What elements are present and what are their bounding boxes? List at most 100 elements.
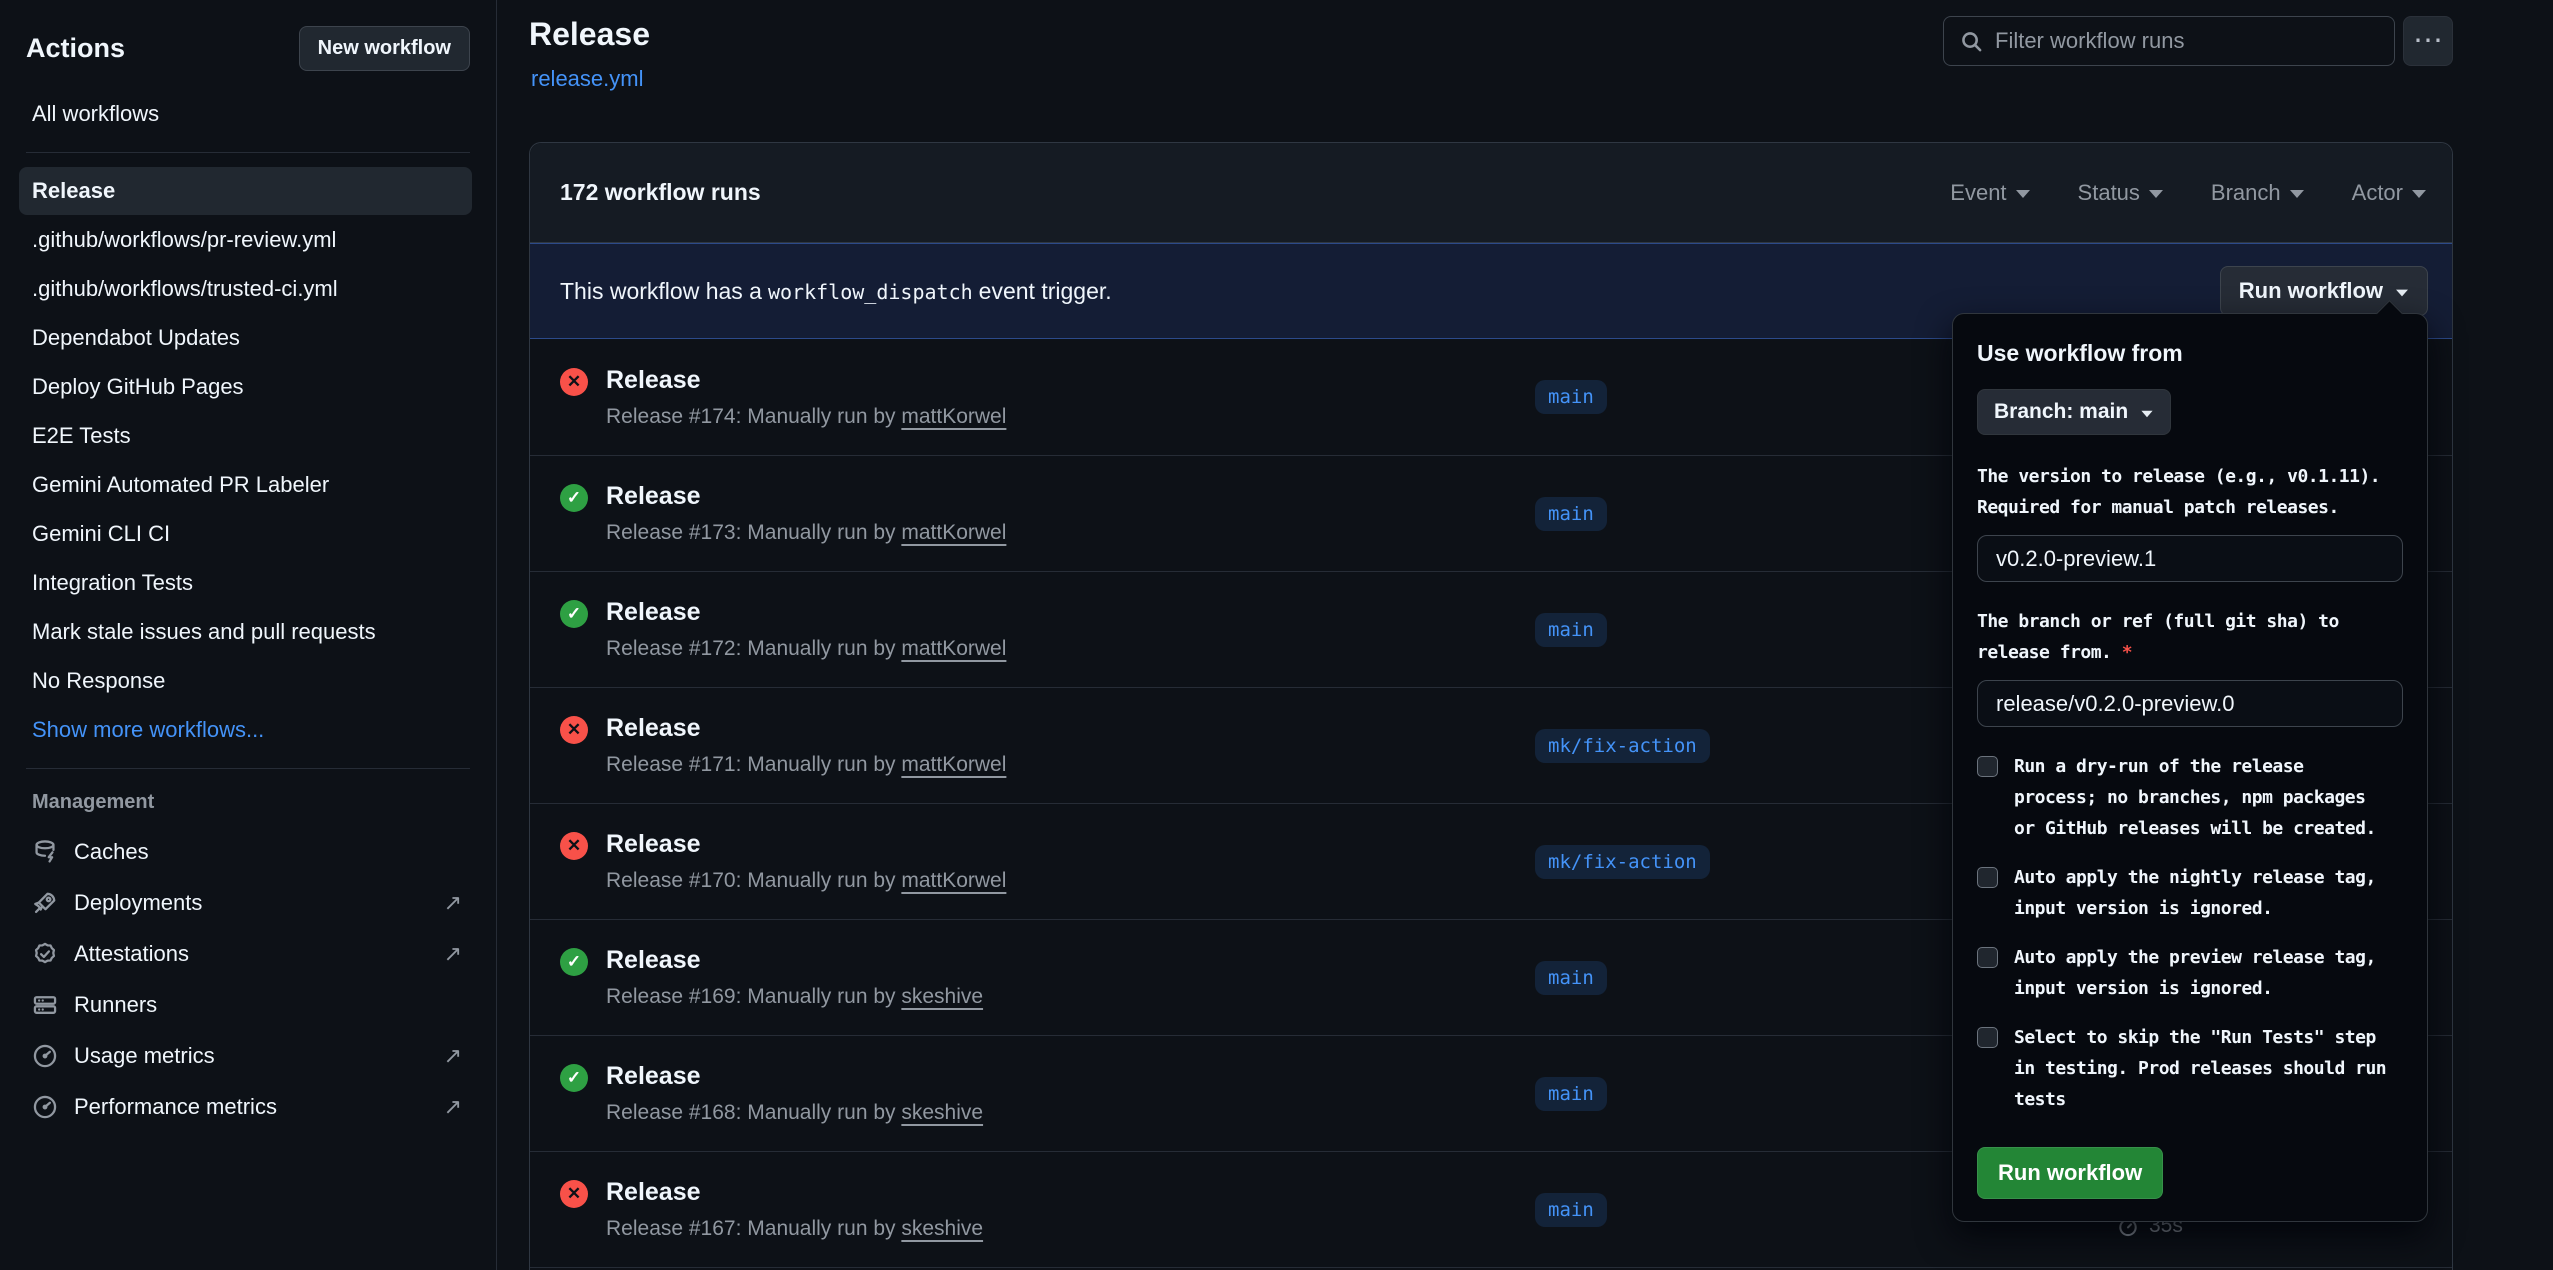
workflow-nav: All workflows Release .github/workflows/… — [0, 90, 496, 1132]
run-actor-link[interactable]: skeshive — [901, 985, 983, 1008]
run-title-link[interactable]: Release — [606, 946, 983, 975]
run-actor-link[interactable]: mattKorwel — [901, 869, 1006, 892]
sidebar-item-trusted-ci[interactable]: .github/workflows/trusted-ci.yml — [19, 265, 472, 313]
run-status-icon — [560, 1064, 588, 1092]
run-title-link[interactable]: Release — [606, 1178, 983, 1207]
event-filter[interactable]: Event — [1950, 180, 2029, 206]
divider — [26, 152, 470, 153]
filter-workflow-runs-box[interactable] — [1943, 16, 2395, 66]
sidebar-item-runners[interactable]: Runners — [19, 980, 472, 1030]
run-title-link[interactable]: Release — [606, 1062, 983, 1091]
sidebar-item-label: Performance metrics — [74, 1094, 277, 1120]
nightly-tag-checkbox[interactable] — [1977, 867, 1998, 888]
sidebar-item-gemini-cli-ci[interactable]: Gemini CLI CI — [19, 510, 472, 558]
branch-badge[interactable]: mk/fix-action — [1535, 729, 1710, 763]
skip-tests-checkbox[interactable] — [1977, 1027, 1998, 1048]
external-link-icon: ↗ — [444, 1043, 462, 1069]
dry-run-checkbox[interactable] — [1977, 756, 1998, 777]
sidebar-item-gemini-automated-pr-labeler[interactable]: Gemini Automated PR Labeler — [19, 461, 472, 509]
preview-tag-checkbox[interactable] — [1977, 947, 1998, 968]
sidebar-item-e2e-tests[interactable]: E2E Tests — [19, 412, 472, 460]
chevron-down-icon — [2142, 410, 2153, 416]
nightly-tag-checkbox-row[interactable]: Auto apply the nightly release tag, inpu… — [1977, 862, 2403, 924]
sidebar-item-mark-stale[interactable]: Mark stale issues and pull requests — [19, 608, 472, 656]
sidebar-item-attestations[interactable]: Attestations ↗ — [19, 929, 472, 979]
branch-badge[interactable]: mk/fix-action — [1535, 845, 1710, 879]
chevron-down-icon — [2396, 289, 2408, 296]
version-input[interactable] — [1977, 535, 2403, 582]
sidebar-item-label: Attestations — [74, 941, 189, 967]
run-description: Release #169: Manually run by skeshive — [606, 985, 983, 1009]
ref-input-description: The branch or ref (full git sha) to rele… — [1977, 606, 2403, 668]
run-status-icon — [560, 1180, 588, 1208]
checkbox-label: Select to skip the "Run Tests" step in t… — [2014, 1022, 2386, 1115]
run-workflow-dropdown: Use workflow from Branch: main The versi… — [1952, 313, 2428, 1222]
sidebar-item-release[interactable]: Release — [19, 167, 472, 215]
external-link-icon: ↗ — [444, 890, 462, 916]
branch-select-button[interactable]: Branch: main — [1977, 389, 2171, 435]
sidebar-item-usage-metrics[interactable]: Usage metrics ↗ — [19, 1031, 472, 1081]
workflow-options-button[interactable]: ⋯ — [2403, 16, 2453, 66]
kebab-icon: ⋯ — [2413, 24, 2443, 57]
search-icon — [1960, 30, 1983, 53]
sidebar-item-label: Caches — [74, 839, 149, 865]
run-actor-link[interactable]: skeshive — [901, 1217, 983, 1240]
run-title-link[interactable]: Release — [606, 482, 1006, 511]
branch-badge[interactable]: main — [1535, 497, 1607, 531]
show-more-workflows-link[interactable]: Show more workflows... — [19, 706, 472, 754]
sidebar-item-no-response[interactable]: No Response — [19, 657, 472, 705]
sidebar-item-deployments[interactable]: Deployments ↗ — [19, 878, 472, 928]
ref-input[interactable] — [1977, 680, 2403, 727]
branch-badge[interactable]: main — [1535, 380, 1607, 414]
external-link-icon: ↗ — [444, 1094, 462, 1120]
run-title-link[interactable]: Release — [606, 598, 1006, 627]
run-description: Release #170: Manually run by mattKorwel — [606, 869, 1006, 893]
dry-run-checkbox-row[interactable]: Run a dry-run of the release process; no… — [1977, 751, 2403, 844]
run-title-link[interactable]: Release — [606, 366, 1006, 395]
run-actor-link[interactable]: skeshive — [901, 1101, 983, 1124]
sidebar-title: Actions — [26, 33, 125, 64]
chevron-down-icon — [2412, 190, 2426, 198]
workflow-dispatch-code: workflow_dispatch — [762, 280, 979, 304]
sidebar-item-dependabot-updates[interactable]: Dependabot Updates — [19, 314, 472, 362]
run-actor-link[interactable]: mattKorwel — [901, 405, 1006, 428]
filter-workflow-runs-input[interactable] — [1995, 28, 2378, 54]
branch-badge[interactable]: main — [1535, 961, 1607, 995]
sidebar-item-deploy-github-pages[interactable]: Deploy GitHub Pages — [19, 363, 472, 411]
page-title: Release — [529, 16, 650, 53]
branch-badge[interactable]: main — [1535, 1193, 1607, 1227]
sidebar-item-pr-review[interactable]: .github/workflows/pr-review.yml — [19, 216, 472, 264]
run-actor-link[interactable]: mattKorwel — [901, 753, 1006, 776]
sidebar-item-caches[interactable]: Caches — [19, 827, 472, 877]
run-workflow-submit-button[interactable]: Run workflow — [1977, 1147, 2163, 1199]
actor-filter[interactable]: Actor — [2352, 180, 2426, 206]
run-actor-link[interactable]: mattKorwel — [901, 637, 1006, 660]
verified-badge-icon — [32, 941, 58, 967]
run-actor-link[interactable]: mattKorwel — [901, 521, 1006, 544]
run-status-icon — [560, 484, 588, 512]
meter-icon — [32, 1094, 58, 1120]
external-link-icon: ↗ — [444, 941, 462, 967]
management-heading: Management — [19, 783, 472, 826]
sidebar-item-all-workflows[interactable]: All workflows — [19, 90, 472, 138]
branch-badge[interactable]: main — [1535, 1077, 1607, 1111]
skip-tests-checkbox-row[interactable]: Select to skip the "Run Tests" step in t… — [1977, 1022, 2403, 1115]
run-title-link[interactable]: Release — [606, 714, 1006, 743]
checkbox-label: Auto apply the preview release tag, inpu… — [2014, 942, 2376, 1004]
new-workflow-button[interactable]: New workflow — [299, 26, 470, 71]
sidebar-item-performance-metrics[interactable]: Performance metrics ↗ — [19, 1082, 472, 1132]
run-title-link[interactable]: Release — [606, 830, 1006, 859]
branch-filter[interactable]: Branch — [2211, 180, 2304, 206]
sidebar-item-integration-tests[interactable]: Integration Tests — [19, 559, 472, 607]
run-filters: Event Status Branch Actor — [1950, 180, 2426, 206]
run-status-icon — [560, 948, 588, 976]
status-filter[interactable]: Status — [2078, 180, 2163, 206]
branch-badge[interactable]: main — [1535, 613, 1607, 647]
version-input-description: The version to release (e.g., v0.1.11). … — [1977, 461, 2403, 523]
preview-tag-checkbox-row[interactable]: Auto apply the preview release tag, inpu… — [1977, 942, 2403, 1004]
workflow-file-link[interactable]: release.yml — [531, 66, 643, 92]
checkbox-label: Auto apply the nightly release tag, inpu… — [2014, 862, 2376, 924]
run-description: Release #174: Manually run by mattKorwel — [606, 405, 1006, 429]
chevron-down-icon — [2290, 190, 2304, 198]
sidebar-item-label: Runners — [74, 992, 157, 1018]
